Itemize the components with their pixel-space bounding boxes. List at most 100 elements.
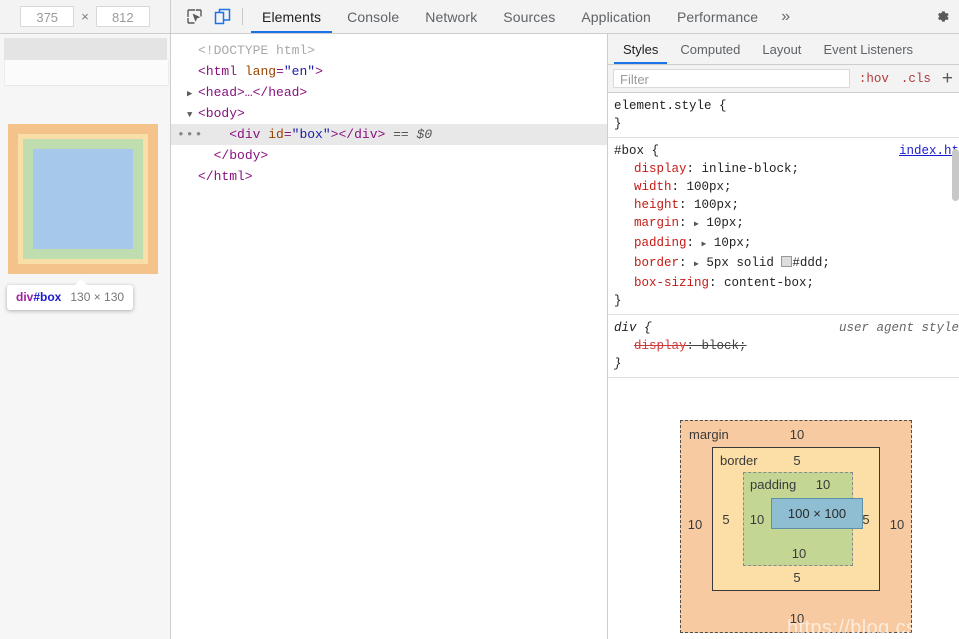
settings-button[interactable] <box>925 8 959 25</box>
dom-line-body-close[interactable]: </body> <box>171 145 607 166</box>
tab-sources[interactable]: Sources <box>490 0 568 33</box>
tab-event-listeners-label: Event Listeners <box>823 41 914 57</box>
box-model-border-bottom[interactable]: 5 <box>787 570 807 585</box>
box-model-padding-bottom[interactable]: 10 <box>789 546 809 561</box>
devtools-window: 375 × 812 Elements Console Network Sourc… <box>0 0 959 639</box>
dom-line-doctype[interactable]: <!DOCTYPE html> <box>171 40 607 61</box>
property-width[interactable]: width <box>614 180 672 194</box>
filter-input[interactable]: Filter <box>613 69 850 88</box>
box-model-margin[interactable]: margin 10 10 10 10 border 5 5 5 5 paddin… <box>680 420 959 639</box>
rule-selector: #box { <box>614 144 660 158</box>
highlight-border-box <box>18 134 148 264</box>
dom-line-html-open[interactable]: <html lang="en"> <box>171 61 607 82</box>
color-swatch-icon[interactable] <box>781 256 793 267</box>
styles-panel: Styles Computed Layout Event Listeners F… <box>608 34 959 639</box>
dom-line-html-close[interactable]: </html> <box>171 166 607 187</box>
property-height-value[interactable]: 100px <box>694 198 732 212</box>
property-display-disabled[interactable]: display <box>614 339 687 353</box>
tab-styles-label: Styles <box>623 41 659 57</box>
tab-layout[interactable]: Layout <box>751 34 812 64</box>
collapse-body-triangle-icon[interactable]: ▼ <box>187 105 198 126</box>
dom-line-body-open[interactable]: ▼ <body> <box>171 103 607 124</box>
box-model-padding[interactable]: padding 10 10 10 10 100 × 100 <box>743 472 863 566</box>
box-model-content-size: 100 × 100 <box>787 506 847 521</box>
dom-line-div-box[interactable]: ••• <div id="box"></div> == $0 <box>171 124 607 145</box>
rule-selector: div { <box>614 321 652 335</box>
box-model-content[interactable]: 100 × 100 <box>771 498 863 529</box>
box-model-border[interactable]: border 5 5 5 5 padding 10 10 10 100 × 10… <box>712 447 880 591</box>
property-display[interactable]: display <box>614 162 687 176</box>
box-model-margin-left[interactable]: 10 <box>685 517 705 532</box>
box-model-border-top[interactable]: 5 <box>787 453 807 468</box>
dom-line-head[interactable]: ▶ <head>…</head> <box>171 82 607 103</box>
property-margin[interactable]: margin <box>614 216 679 230</box>
highlight-tag-id: #box <box>33 290 62 304</box>
tab-styles[interactable]: Styles <box>612 34 669 64</box>
device-size-controls: 375 × 812 <box>0 0 171 33</box>
box-model-padding-top[interactable]: 10 <box>813 477 833 492</box>
property-padding[interactable]: padding <box>614 236 687 250</box>
highlight-tag-name: div <box>16 290 34 304</box>
tab-elements-label: Elements <box>262 8 322 25</box>
inspect-element-button[interactable] <box>180 0 208 33</box>
property-border-value[interactable]: 5px solid <box>706 256 781 270</box>
box-model-border-label: border <box>720 453 758 468</box>
property-display-disabled-value[interactable]: block <box>702 339 740 353</box>
device-viewport: div#box 130 × 130 <box>0 34 171 639</box>
highlight-content-box <box>33 149 133 249</box>
devtools-toolbar: 375 × 812 Elements Console Network Sourc… <box>0 0 959 34</box>
toggle-device-toolbar-button[interactable] <box>208 0 236 33</box>
property-padding-value[interactable]: 10px <box>714 236 744 250</box>
div-attr-eq: = <box>283 127 292 142</box>
cls-toggle-button[interactable]: .cls <box>898 72 934 86</box>
tab-console[interactable]: Console <box>334 0 412 33</box>
property-border[interactable]: border <box>614 256 679 270</box>
new-style-rule-button[interactable]: + <box>940 69 955 88</box>
panel-tabstrip: Elements Console Network Sources Applica… <box>171 0 959 33</box>
device-height-input[interactable]: 812 <box>95 6 150 27</box>
tab-computed[interactable]: Computed <box>669 34 751 64</box>
dom-tree-panel[interactable]: <!DOCTYPE html> <html lang="en"> ▶ <head>… <box>171 34 608 639</box>
box-model-padding-left[interactable]: 10 <box>746 512 768 527</box>
user-agent-stylesheet-label: user agent style <box>838 321 959 335</box>
ellipsis-badge[interactable]: ••• <box>177 124 203 145</box>
property-width-value[interactable]: 100px <box>687 180 725 194</box>
highlight-dimensions: 130 × 130 <box>70 290 125 304</box>
property-border-color-value[interactable]: #ddd <box>792 256 822 270</box>
devtools-main: div#box 130 × 130 <!DOCTYPE html> <html … <box>0 34 959 639</box>
html-tag-name: html <box>205 64 238 79</box>
tab-network[interactable]: Network <box>412 0 490 33</box>
rule-source-link[interactable]: index.ht <box>899 142 959 160</box>
box-model-border-left[interactable]: 5 <box>717 512 735 527</box>
tab-sources-label: Sources <box>503 8 556 25</box>
box-model-margin-top[interactable]: 10 <box>787 427 807 442</box>
device-width-input[interactable]: 375 <box>20 6 75 27</box>
property-box-sizing[interactable]: box-sizing <box>614 276 709 290</box>
div-eq-marker: == <box>385 127 417 142</box>
more-tabs-button[interactable]: » <box>771 0 800 33</box>
tab-network-label: Network <box>425 8 478 25</box>
property-margin-value[interactable]: 10px <box>706 216 736 230</box>
box-model-margin-right[interactable]: 10 <box>887 517 907 532</box>
div-open-text: <div <box>229 127 269 142</box>
hov-toggle-button[interactable]: :hov <box>856 72 892 86</box>
rule-element-style[interactable]: element.style { } <box>608 93 959 138</box>
tab-application[interactable]: Application <box>568 0 664 33</box>
expand-head-triangle-icon[interactable]: ▶ <box>187 84 198 105</box>
viewport-ruler <box>4 38 167 60</box>
tab-performance[interactable]: Performance <box>664 0 771 33</box>
tab-event-listeners[interactable]: Event Listeners <box>812 34 924 64</box>
tab-elements[interactable]: Elements <box>249 0 334 33</box>
tab-layout-label: Layout <box>762 41 802 57</box>
tab-computed-label: Computed <box>680 41 741 57</box>
property-height[interactable]: height <box>614 198 679 212</box>
styles-scrollbar[interactable] <box>952 149 959 201</box>
property-display-value[interactable]: inline-block <box>702 162 792 176</box>
styles-filter-row: Filter :hov .cls + <box>608 65 959 93</box>
html-open-lt: < <box>198 64 206 79</box>
multiply-symbol: × <box>81 9 89 24</box>
rule-user-agent-div[interactable]: user agent style div { display: block; } <box>608 315 959 378</box>
div-attr-value: "box" <box>291 127 331 142</box>
rule-box[interactable]: index.ht #box { display: inline-block; wi… <box>608 138 959 315</box>
property-box-sizing-value[interactable]: content-box <box>724 276 807 290</box>
